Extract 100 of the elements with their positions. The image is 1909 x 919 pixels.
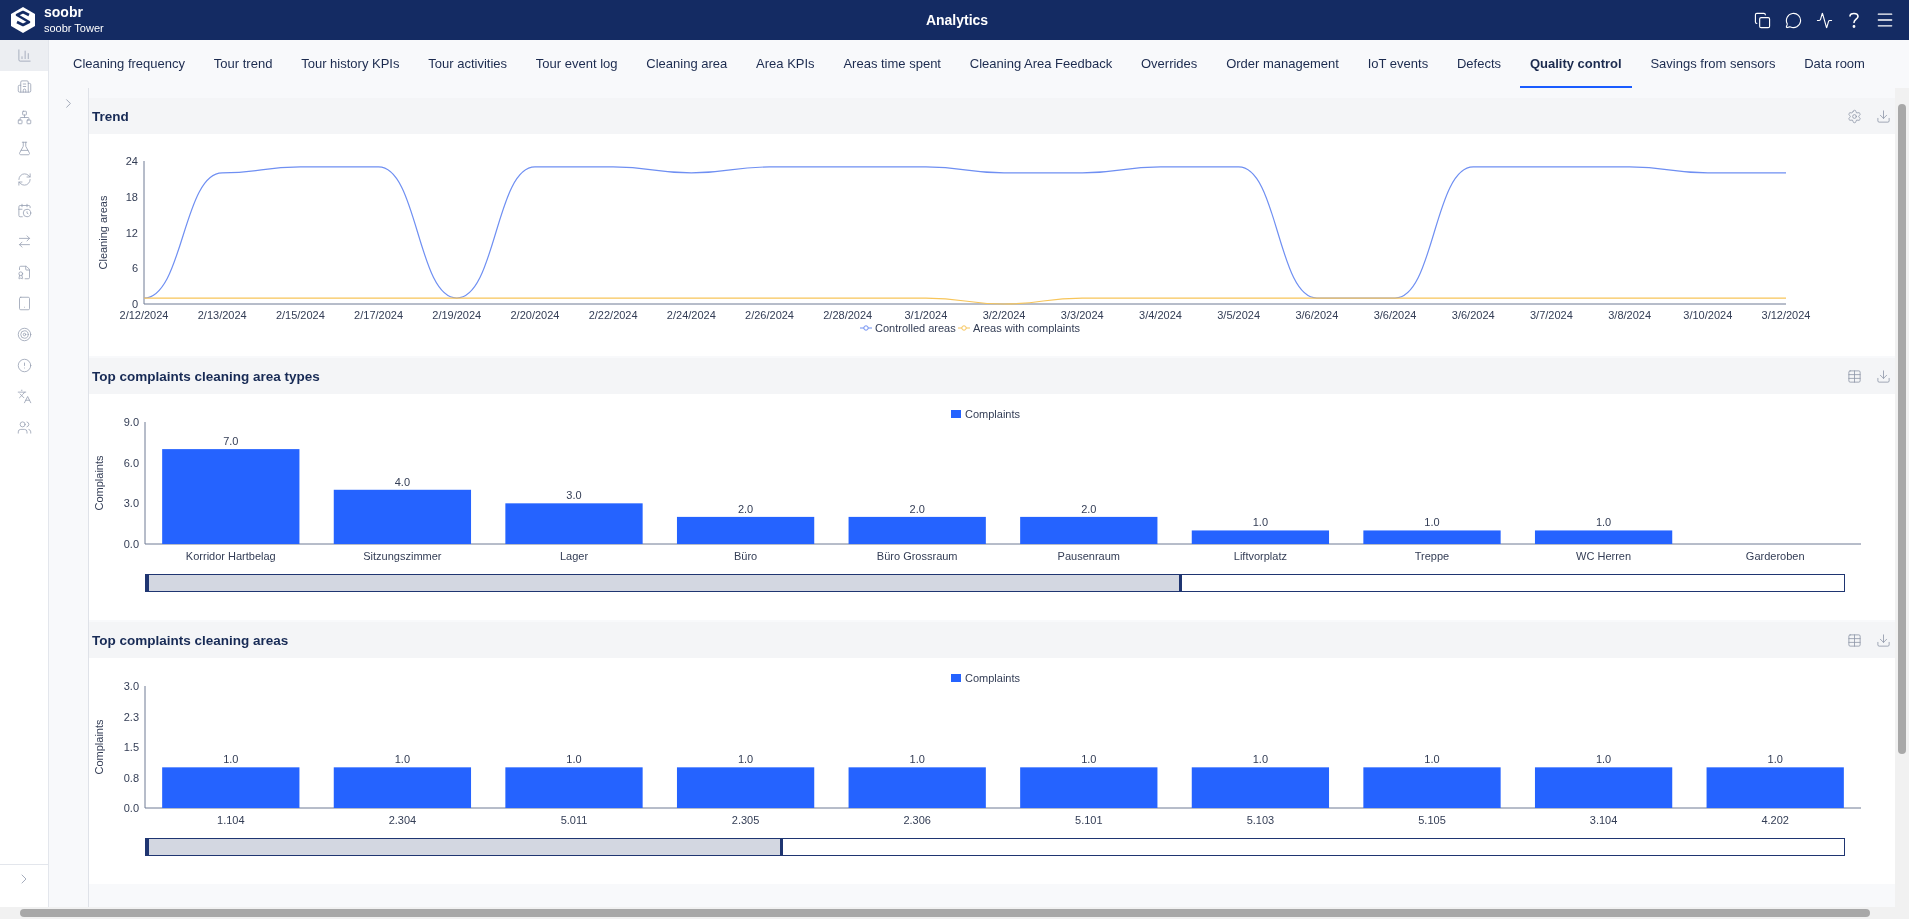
axis-tick-label: 2/19/2024 — [432, 309, 482, 321]
axis-tick-label: 2/17/2024 — [354, 309, 404, 321]
zoom-slider[interactable] — [145, 574, 1845, 592]
download-icon[interactable] — [1876, 108, 1891, 124]
legend-marker — [957, 325, 971, 331]
download-icon[interactable] — [1876, 632, 1891, 648]
data-label: 1.0 — [1424, 753, 1440, 766]
axis-tick-label: 6 — [131, 262, 138, 275]
tab[interactable]: Cleaning frequency — [63, 40, 196, 88]
axis-tick-label: 0.8 — [123, 771, 139, 784]
data-label: 1.0 — [1595, 753, 1612, 766]
tab[interactable]: Defects — [1447, 40, 1512, 88]
axis-tick-label: 5.103 — [1246, 814, 1275, 826]
axis-tick-label: 2/22/2024 — [588, 309, 638, 321]
axis-tick-label: 0 — [131, 298, 138, 310]
axis-tick-label: Büro — [733, 550, 758, 562]
tab[interactable]: Cleaning area — [636, 40, 738, 88]
axis-tick-label: 3/6/2024 — [1295, 309, 1339, 321]
tab[interactable]: Overrides — [1131, 40, 1208, 88]
axis-tick-label: 2.306 — [903, 814, 931, 826]
tab[interactable]: Tour history KPIs — [291, 40, 410, 88]
axis-tick-label: 18 — [125, 190, 138, 203]
axis-tick-label: 5.105 — [1418, 814, 1446, 826]
table-icon[interactable] — [1847, 368, 1862, 384]
data-label: 1.0 — [909, 753, 925, 766]
axis-tick-label: Garderoben — [1745, 550, 1805, 562]
axis-tick-label: 2/24/2024 — [666, 309, 716, 321]
axis-title: Complaints — [93, 719, 105, 775]
tab[interactable]: Tour activities — [418, 40, 518, 88]
table-icon[interactable] — [1847, 632, 1862, 648]
zoom-window[interactable] — [146, 839, 783, 855]
axis-tick-label: 5.011 — [560, 814, 588, 826]
settings-icon[interactable] — [1847, 108, 1862, 124]
axis-tick-label: Korridor Hartbelag — [185, 550, 276, 562]
tab[interactable]: Tour event log — [525, 40, 628, 88]
data-label: 1.0 — [1424, 516, 1440, 529]
axis-tick-label: 24 — [125, 155, 138, 167]
tab[interactable]: Order management — [1216, 40, 1349, 88]
bar-chart-icon[interactable] — [0, 40, 48, 71]
axis-tick-label: Pausenraum — [1057, 550, 1120, 562]
legend-label: Complaints — [965, 672, 1021, 684]
axis-tick-label: 3/3/2024 — [1060, 309, 1104, 321]
data-label: 2.0 — [1081, 502, 1097, 515]
brand-name: soobr — [44, 4, 84, 20]
tab[interactable]: Areas time spent — [833, 40, 951, 88]
data-label: 1.0 — [1252, 753, 1269, 766]
legend-label: Areas with complaints — [973, 322, 1080, 334]
axis-tick-label: 2/15/2024 — [275, 309, 325, 321]
logo-icon — [10, 6, 36, 34]
vertical-scrollbar[interactable] — [1895, 88, 1909, 907]
axis-tick-label: 3/7/2024 — [1530, 309, 1573, 321]
axis-tick-label: 3/8/2024 — [1608, 309, 1652, 321]
data-label: 3.0 — [566, 489, 582, 502]
axis-tick-label: 9.0 — [123, 416, 139, 428]
page-title: Analytics — [924, 12, 990, 28]
section-title: Top complaints cleaning areas — [92, 632, 290, 648]
axis-tick-label: 2.3 — [123, 710, 139, 723]
axis-tick-label: 3.0 — [123, 680, 139, 692]
axis-tick-label: 3/2/2024 — [982, 309, 1026, 321]
axis-tick-label: 3/6/2024 — [1451, 309, 1495, 321]
axis-tick-label: 2.304 — [388, 814, 417, 826]
tab[interactable]: Area KPIs — [746, 40, 825, 88]
axis-tick-label: WC Herren — [1576, 550, 1632, 562]
data-label: 1.0 — [1767, 753, 1783, 766]
axis-tick-label: 3.0 — [123, 497, 139, 510]
legend-marker — [951, 410, 961, 418]
section-title: Trend — [92, 108, 130, 124]
axis-tick-label: 2/28/2024 — [823, 309, 873, 321]
axis-tick-label: 3/6/2024 — [1373, 309, 1417, 321]
tab[interactable]: Cleaning Area Feedback — [959, 40, 1123, 88]
chat-icon[interactable] — [1785, 11, 1802, 29]
axis-tick-label: Treppe — [1414, 550, 1450, 562]
copy-icon[interactable] — [1754, 11, 1771, 29]
axis-tick-label: Lager — [559, 550, 589, 562]
data-label: 4.0 — [394, 475, 411, 488]
horizontal-scrollbar[interactable] — [0, 907, 1909, 919]
download-icon[interactable] — [1876, 368, 1891, 384]
legend-marker — [859, 325, 873, 331]
data-label: 1.0 — [1081, 753, 1097, 766]
tab[interactable]: Tour trend — [203, 40, 283, 88]
tab[interactable]: IoT events — [1357, 40, 1439, 88]
data-label: 1.0 — [1595, 516, 1612, 529]
section-title: Top complaints cleaning area types — [92, 368, 321, 384]
axis-tick-label: 3/5/2024 — [1217, 309, 1261, 321]
tab[interactable]: Data room — [1794, 40, 1875, 88]
data-label: 1.0 — [1252, 516, 1269, 529]
axis-tick-label: 6.0 — [123, 456, 139, 469]
axis-tick-label: 2.305 — [731, 814, 760, 826]
data-label: 1.0 — [223, 753, 239, 766]
axis-tick-label: Büro Grossraum — [876, 550, 958, 562]
help-icon[interactable] — [1847, 11, 1861, 29]
axis-tick-label: 2/12/2024 — [119, 309, 169, 321]
tab[interactable]: Savings from sensors — [1640, 40, 1786, 88]
axis-tick-label: 2/26/2024 — [745, 309, 794, 321]
data-label: 1.0 — [566, 753, 582, 766]
zoom-slider[interactable] — [145, 838, 1845, 856]
site-name: soobr Tower — [44, 21, 104, 36]
activity-icon[interactable] — [1816, 11, 1833, 29]
axis-tick-label: 4.202 — [1761, 814, 1789, 826]
axis-tick-label: 3/12/2024 — [1761, 309, 1811, 321]
